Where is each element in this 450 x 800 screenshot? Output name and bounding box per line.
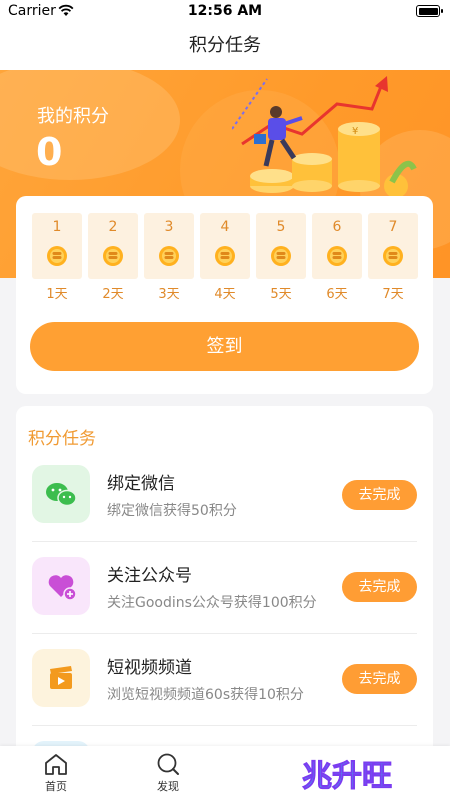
nav-bar: 积分任务: [0, 22, 450, 70]
svg-text:¥: ¥: [352, 126, 358, 137]
checkin-day[interactable]: 3 3天: [144, 213, 194, 302]
coin-icon: [327, 246, 347, 266]
task-description: 浏览短视频频道60s获得10积分: [107, 687, 304, 703]
task-item-bind-wechat: 绑定微信 绑定微信获得50积分 去完成: [16, 465, 433, 557]
home-icon: [45, 754, 67, 775]
checkin-day[interactable]: 7 7天: [368, 213, 418, 302]
tab-home[interactable]: 首页: [26, 752, 86, 796]
checkin-card: 1 1天 2 2天 3 3天 4 4天 5 5天 6 6天 7 7天 签到: [16, 196, 433, 394]
task-icon-box: [32, 649, 90, 707]
clapperboard-icon: [50, 666, 72, 689]
checkin-day[interactable]: 6 6天: [312, 213, 362, 302]
brand-logo: 兆升旺: [302, 759, 393, 795]
growth-illustration: ¥: [232, 76, 417, 198]
task-icon-box: [32, 557, 90, 615]
divider: [32, 541, 417, 542]
day-number: 1: [52, 219, 62, 235]
checkin-day[interactable]: 2 2天: [88, 213, 138, 302]
divider: [32, 633, 417, 634]
status-bar: Carrier 12:56 AM: [0, 0, 450, 22]
wechat-icon: [46, 483, 77, 507]
day-number: 2: [108, 219, 118, 235]
day-label: 6天: [326, 287, 348, 302]
task-complete-button[interactable]: 去完成: [342, 664, 417, 694]
day-number: 3: [164, 219, 174, 235]
sign-in-button[interactable]: 签到: [30, 322, 419, 371]
day-label: 5天: [270, 287, 292, 302]
discover-icon: [157, 753, 179, 775]
task-description: 关注Goodins公众号获得100积分: [107, 595, 317, 611]
task-icon-box: [32, 465, 90, 523]
checkin-day[interactable]: 1 1天: [32, 213, 82, 302]
points-label: 我的积分: [37, 106, 109, 127]
day-number: 4: [220, 219, 230, 235]
tab-label: 发现: [157, 780, 179, 793]
tasks-title: 积分任务: [28, 429, 96, 449]
task-description: 绑定微信获得50积分: [107, 503, 237, 519]
tab-label: 首页: [45, 780, 67, 793]
battery-icon: [416, 5, 443, 17]
tab-bar: 首页 发现 兆升旺: [0, 746, 450, 800]
clock: 12:56 AM: [187, 3, 263, 19]
task-item-short-video: 短视频频道 浏览短视频频道60s获得10积分 去完成: [16, 649, 433, 741]
day-number: 6: [332, 219, 342, 235]
divider: [32, 725, 417, 726]
tasks-card: 积分任务 绑定微信 绑定微信获得50积分 去完成 关注公众号 关注Goodins…: [16, 406, 433, 766]
task-complete-button[interactable]: 去完成: [342, 572, 417, 602]
day-label: 3天: [158, 287, 180, 302]
heart-plus-icon: [48, 575, 77, 601]
task-name: 绑定微信: [107, 474, 175, 494]
day-label: 2天: [102, 287, 124, 302]
coin-icon: [271, 246, 291, 266]
points-value: 0: [36, 130, 63, 174]
day-number: 7: [388, 219, 398, 235]
day-label: 4天: [214, 287, 236, 302]
day-label: 7天: [382, 287, 404, 302]
coin-icon: [159, 246, 179, 266]
day-label: 1天: [46, 287, 68, 302]
task-name: 短视频频道: [107, 658, 192, 678]
checkin-day[interactable]: 5 5天: [256, 213, 306, 302]
task-item-follow-account: 关注公众号 关注Goodins公众号获得100积分 去完成: [16, 557, 433, 649]
coin-icon: [215, 246, 235, 266]
task-name: 关注公众号: [107, 566, 192, 586]
checkin-day[interactable]: 4 4天: [200, 213, 250, 302]
day-number: 5: [276, 219, 286, 235]
tab-discover[interactable]: 发现: [138, 752, 198, 796]
checkin-days: 1 1天 2 2天 3 3天 4 4天 5 5天 6 6天 7 7天: [32, 213, 418, 302]
page-title: 积分任务: [189, 35, 261, 56]
svg-text:兆升旺: 兆升旺: [302, 759, 392, 794]
coin-icon: [103, 246, 123, 266]
coin-icon: [383, 246, 403, 266]
task-complete-button[interactable]: 去完成: [342, 480, 417, 510]
coin-icon: [47, 246, 67, 266]
